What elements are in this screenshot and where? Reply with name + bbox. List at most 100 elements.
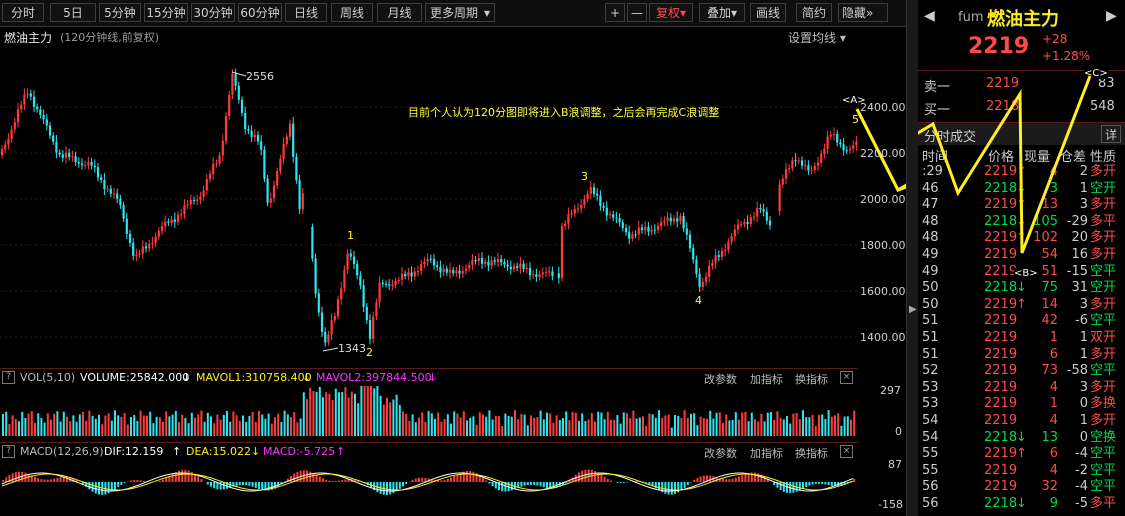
candle-body [13,122,16,130]
macd-bar [699,476,702,482]
zoom-out-button[interactable]: — [627,3,647,22]
volume-bar [594,421,596,436]
close-icon[interactable]: × [840,371,853,384]
macd-bar [117,482,120,488]
draw-line-button[interactable]: 画线 [750,3,786,22]
macd-bar [482,477,484,482]
volume-bar [277,413,280,436]
candle-body [298,180,301,210]
candle-body [170,219,173,223]
candle-body [442,268,445,273]
macd-name: MACD(12,26,9) [20,445,104,458]
candle-body [192,199,196,201]
volume-bar [546,412,548,436]
volume-bar [181,414,184,436]
simple-mode-button[interactable]: 简约 [796,3,832,22]
volume-bar [318,386,321,436]
volume-bar [11,415,14,436]
candle-body [493,260,496,262]
tab-5min[interactable]: 5分钟 [99,3,141,22]
tab-60min[interactable]: 60分钟 [238,3,282,22]
add-indicator-button[interactable]: 加指标 [750,445,783,461]
macd-bar [738,476,740,482]
macd-bar [325,479,328,482]
volume-bar [706,418,708,436]
candlestick-chart[interactable] [0,45,912,367]
zoom-in-button[interactable]: + [605,3,625,22]
volume-bar [622,412,625,436]
up-arrow-icon: ↑ [336,445,346,458]
macd-bar [338,480,340,482]
macd-bar [725,479,728,482]
candle-body [250,130,253,138]
volume-bar [165,411,168,436]
volume-bar [526,425,529,436]
adjust-dropdown[interactable]: 复权▾ [649,3,693,22]
candle-body [240,99,244,113]
tab-5day[interactable]: 5日 [50,3,96,22]
tab-intraday[interactable]: 分时 [2,3,44,22]
volume-bar [766,412,769,436]
candle-body [602,205,605,208]
candle-body [288,123,292,137]
volume-bar [683,410,686,436]
volume-bar [562,418,564,436]
candle-body [397,279,400,281]
volume-bar [629,418,632,436]
tab-weekly[interactable]: 周线 [331,3,373,22]
candle-body [42,114,45,120]
candle-body [535,274,538,277]
edit-params-button[interactable]: 改参数 [704,445,737,461]
macd-bar [731,478,734,482]
help-icon[interactable]: ? [2,371,15,384]
change-indicator-button[interactable]: 换指标 [795,371,828,387]
macd-bar [5,477,8,482]
close-icon[interactable]: × [840,445,853,458]
volume-bar [382,404,385,436]
candle-body [93,165,96,168]
collapse-arrow-icon[interactable]: ▶ [909,304,917,315]
tab-monthly[interactable]: 月线 [377,3,422,22]
volume-bar [437,412,440,436]
volume-bar [677,416,680,436]
tab-daily[interactable]: 日线 [285,3,327,22]
change-indicator-button[interactable]: 换指标 [795,445,828,461]
edit-params-button[interactable]: 改参数 [704,371,737,387]
volume-bar [712,418,715,436]
candle-body [564,223,567,227]
volume-bar [642,416,644,436]
wave-label-4: 4 [695,294,702,307]
candle-body [260,141,263,150]
candle-body [519,263,522,268]
macd-bar [645,482,648,483]
help-icon[interactable]: ? [2,445,15,458]
volume-bar [280,422,283,436]
y-tick: 1400.00 [860,331,906,344]
candle-body [756,207,759,217]
hide-button[interactable]: 隐藏» [838,3,888,22]
macd-bar [197,476,200,482]
candle-body [650,229,653,232]
macd-bar [811,482,814,485]
macd-bar [114,482,116,490]
add-indicator-button[interactable]: 加指标 [750,371,783,387]
volume-bar [837,413,840,436]
volume-bar [638,417,641,436]
volume-bar [533,417,536,436]
volume-bar [514,410,516,436]
period-toolbar: 分时 5日 5分钟 15分钟 30分钟 60分钟 日线 周线 月线 更多周期 ▾ … [0,0,912,27]
ma-settings-button[interactable]: 设置均线 ▾ [788,29,846,46]
more-periods-dropdown[interactable]: 更多周期 ▾ [425,3,495,22]
volume-bar [56,411,59,436]
volume-bar [571,411,574,436]
candle-body [400,273,404,280]
tab-15min[interactable]: 15分钟 [144,3,188,22]
macd-bar [206,482,209,485]
candle-body [263,149,266,179]
tab-30min[interactable]: 30分钟 [191,3,235,22]
volume-bar [565,411,568,436]
candle-body [68,152,71,157]
candle-body [791,160,794,169]
volume-bar [72,415,75,436]
overlay-dropdown[interactable]: 叠加▾ [699,3,745,22]
